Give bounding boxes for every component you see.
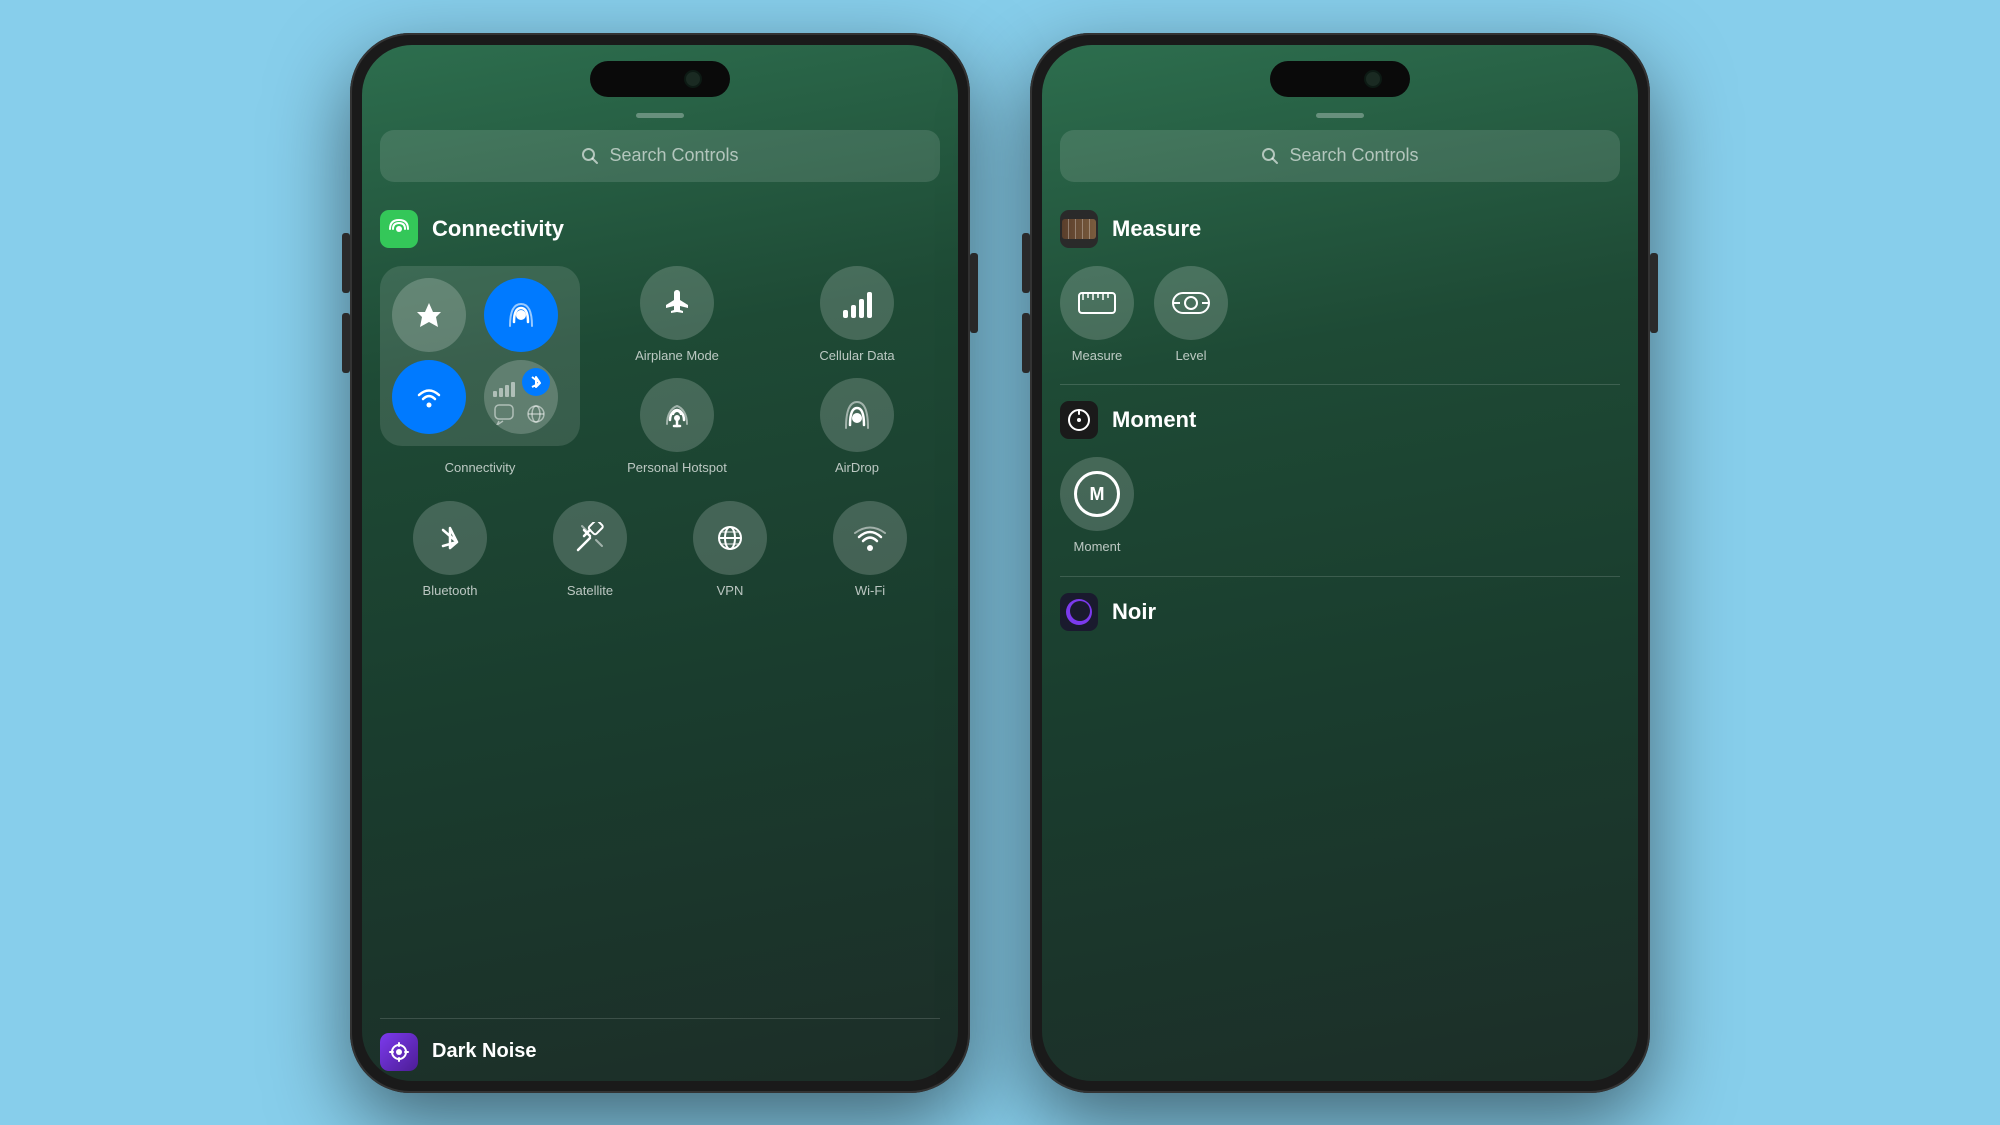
airdrop-label: AirDrop [835,460,879,477]
separate-controls: Airplane Mode [594,266,940,478]
volume-up-button-2[interactable] [1022,233,1030,293]
measure-header: Measure [1060,210,1620,248]
cellular-data-btn[interactable] [820,266,894,340]
dynamic-island-1 [590,61,730,97]
airdrop-btn[interactable] [820,378,894,452]
phone-screen-1: Search Controls Connectivity [362,45,958,1081]
connectivity-cluster [380,266,580,446]
connectivity-header: Connectivity [380,210,940,248]
personal-hotspot-item: Personal Hotspot [594,378,760,477]
search-label-2: Search Controls [1289,145,1418,166]
measure-label: Measure [1072,348,1123,365]
connectivity-title: Connectivity [432,216,564,242]
globe-mini [522,403,550,426]
search-icon-2 [1261,147,1279,165]
moment-title: Moment [1112,407,1196,433]
level-control-item: Level [1154,266,1228,365]
volume-up-button[interactable] [342,233,350,293]
bubble-mini [492,403,516,426]
noir-app-icon [1060,593,1098,631]
bottom-controls-row: Bluetooth [380,501,940,600]
screen-content-2: Search Controls [1042,130,1638,1081]
dark-noise-title: Dark Noise [432,1040,537,1063]
personal-hotspot-btn[interactable] [640,378,714,452]
personal-hotspot-label: Personal Hotspot [627,460,727,477]
measure-control-item: Measure [1060,266,1134,365]
moment-controls-row: M Moment [1060,457,1620,556]
vpn-item: VPN [693,501,767,600]
connectivity-cluster-label: Connectivity [445,460,516,475]
search-label-1: Search Controls [609,145,738,166]
cellular-mini [492,368,516,397]
measure-controls-row: Measure [1060,266,1620,365]
phone-2: Search Controls [1030,33,1650,1093]
power-button-2[interactable] [1650,253,1658,333]
connectivity-section: Connectivity [380,210,940,478]
search-bar-1[interactable]: Search Controls [380,130,940,182]
cellular-data-item: Cellular Data [774,266,940,365]
scroll-indicator-1 [636,113,684,118]
bluetooth-mini [522,368,550,396]
bluetooth-btn[interactable] [413,501,487,575]
moment-label: Moment [1074,539,1121,556]
mini-cluster [484,360,558,434]
noir-title: Noir [1112,599,1156,625]
satellite-label: Satellite [567,583,613,600]
moment-app-icon [1060,401,1098,439]
measure-title: Measure [1112,216,1201,242]
dark-noise-icon [380,1033,418,1071]
satellite-item: Satellite [553,501,627,600]
phone-1: Search Controls Connectivity [350,33,970,1093]
noir-header: Noir [1060,593,1620,631]
dynamic-island-2 [1270,61,1410,97]
dark-noise-section: Dark Noise [380,1018,940,1071]
satellite-btn[interactable] [553,501,627,575]
vpn-btn[interactable] [693,501,767,575]
moment-btn[interactable]: M [1060,457,1134,531]
airdrop-item: AirDrop [774,378,940,477]
volume-down-button[interactable] [342,313,350,373]
phone-screen-2: Search Controls [1042,45,1638,1081]
airplane-cluster-btn[interactable] [392,278,466,352]
bluetooth-label: Bluetooth [423,583,478,600]
cellular-data-label: Cellular Data [819,348,894,365]
phone-frame-2: Search Controls [1030,33,1650,1093]
divider-1 [1060,384,1620,385]
airplane-mode-btn[interactable] [640,266,714,340]
airplane-mode-label: Airplane Mode [635,348,719,365]
wifi-bottom-btn[interactable] [833,501,907,575]
divider-2 [1060,576,1620,577]
measure-btn[interactable] [1060,266,1134,340]
moment-section: Moment M Moment [1060,401,1620,556]
phone-frame-1: Search Controls Connectivity [350,33,970,1093]
volume-down-button-2[interactable] [1022,313,1030,373]
wifi-bottom-item: Wi-Fi [833,501,907,600]
level-btn[interactable] [1154,266,1228,340]
screen-content-1: Search Controls Connectivity [362,130,958,1081]
scroll-indicator-2 [1316,113,1364,118]
airdrop-cluster-btn[interactable] [484,278,558,352]
moment-header: Moment [1060,401,1620,439]
measure-section: Measure [1060,210,1620,365]
level-label: Level [1175,348,1206,365]
moment-m-badge: M [1074,471,1120,517]
moment-control-item: M Moment [1060,457,1134,556]
airplane-mode-item: Airplane Mode [594,266,760,365]
search-bar-2[interactable]: Search Controls [1060,130,1620,182]
connectivity-icon [380,210,418,248]
wifi-bottom-label: Wi-Fi [855,583,885,600]
search-icon-1 [581,147,599,165]
power-button[interactable] [970,253,978,333]
measure-app-icon [1060,210,1098,248]
vpn-label: VPN [717,583,744,600]
bluetooth-item: Bluetooth [413,501,487,600]
connectivity-grid: Connectivity Airplane [380,266,940,478]
wifi-cluster-btn[interactable] [392,360,466,434]
